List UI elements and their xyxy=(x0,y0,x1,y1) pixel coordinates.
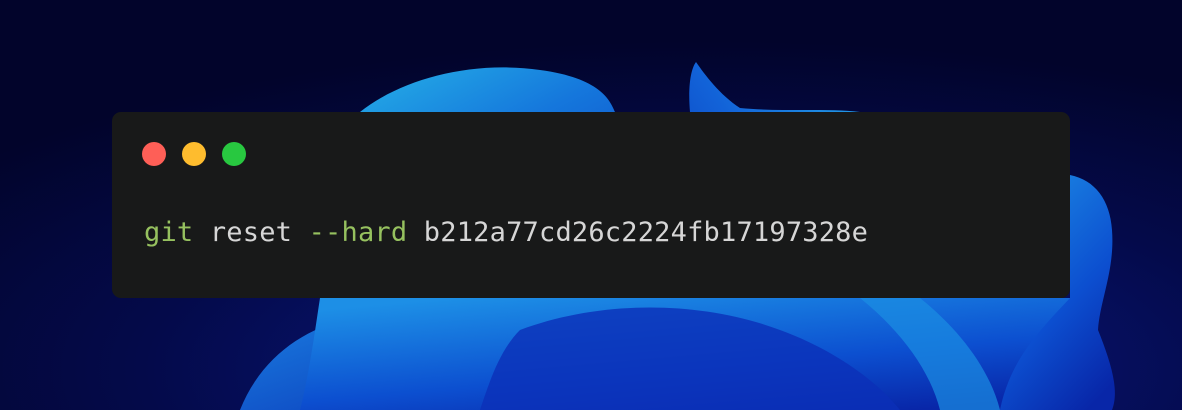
code-command: git xyxy=(144,217,194,248)
window-controls xyxy=(142,142,246,166)
maximize-dot[interactable] xyxy=(222,142,246,166)
code-line: git reset --hard b212a77cd26c2224fb17197… xyxy=(144,215,868,251)
code-window: git reset --hard b212a77cd26c2224fb17197… xyxy=(112,112,1070,298)
minimize-dot[interactable] xyxy=(182,142,206,166)
code-argument: b212a77cd26c2224fb17197328e xyxy=(423,217,869,248)
close-dot[interactable] xyxy=(142,142,166,166)
code-subcommand: reset xyxy=(209,217,293,248)
code-flag: --hard xyxy=(308,217,408,248)
